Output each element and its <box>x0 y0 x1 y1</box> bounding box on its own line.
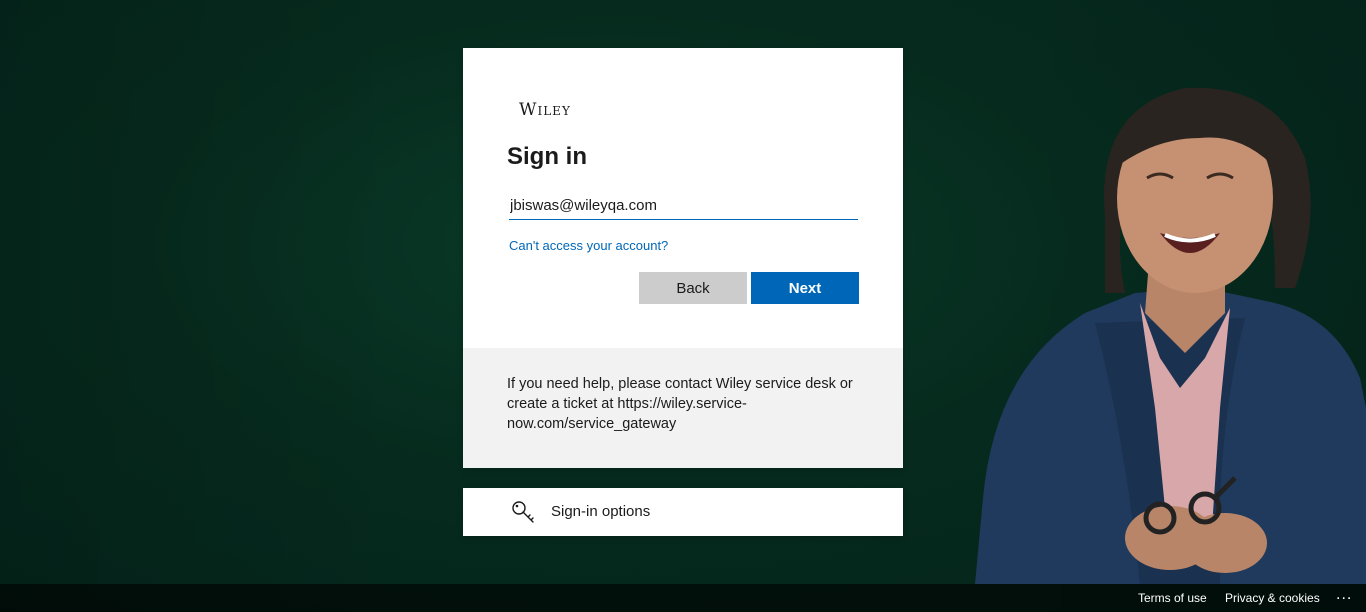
next-button[interactable]: Next <box>751 272 859 304</box>
page-title: Sign in <box>507 143 587 170</box>
back-button[interactable]: Back <box>639 272 747 304</box>
footer: Terms of use Privacy & cookies ... <box>0 584 1366 612</box>
key-icon <box>512 501 534 523</box>
cant-access-account-link[interactable]: Can't access your account? <box>509 238 668 253</box>
logo-text: Wiley <box>519 100 571 120</box>
help-text: If you need help, please contact Wiley s… <box>507 376 853 432</box>
privacy-cookies-link[interactable]: Privacy & cookies <box>1225 591 1320 605</box>
signin-card: Wiley Sign in Can't access your account?… <box>463 48 903 468</box>
terms-of-use-link[interactable]: Terms of use <box>1138 591 1207 605</box>
signin-options-label: Sign-in options <box>551 503 651 520</box>
wiley-logo: Wiley <box>519 100 571 120</box>
help-section: If you need help, please contact Wiley s… <box>463 348 903 468</box>
background-person-image <box>975 87 1366 584</box>
signin-options-button[interactable]: Sign-in options <box>463 488 903 536</box>
email-field[interactable] <box>509 191 858 220</box>
more-options-icon[interactable]: ... <box>1336 586 1352 604</box>
